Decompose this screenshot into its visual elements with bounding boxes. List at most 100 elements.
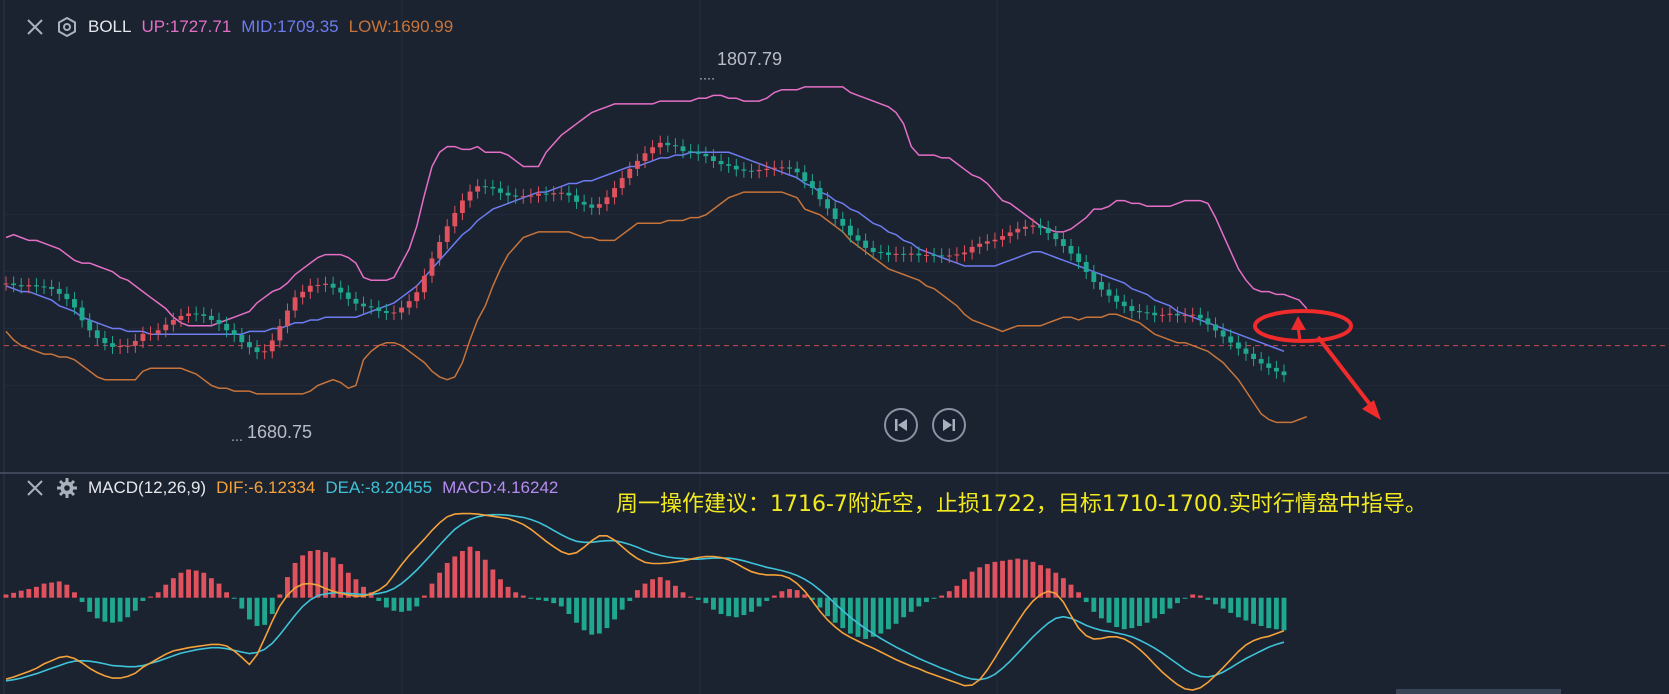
- macd-bar: [977, 567, 983, 598]
- macd-bar: [399, 597, 405, 612]
- macd-bar: [1045, 568, 1051, 598]
- macd-bar: [1258, 597, 1264, 626]
- candle-body: [1068, 245, 1074, 254]
- candle-body: [186, 313, 192, 316]
- macd-bar: [1144, 597, 1150, 623]
- candle-body: [224, 323, 230, 331]
- candle-body: [467, 191, 473, 201]
- macd-bar: [41, 583, 47, 598]
- macd-bar: [596, 597, 602, 634]
- macd-bar: [703, 597, 709, 604]
- candle-body: [1220, 330, 1226, 337]
- candle-body: [1144, 312, 1150, 314]
- candle-body: [1098, 282, 1104, 290]
- candle-body: [878, 251, 884, 253]
- candle-body: [558, 192, 564, 194]
- candle-body: [885, 252, 891, 255]
- macd-bar: [315, 549, 321, 598]
- candle-body: [764, 168, 770, 170]
- candle-body: [414, 292, 420, 302]
- macd-bar: [1114, 597, 1120, 628]
- candle-body: [452, 212, 458, 227]
- macd-bar: [718, 597, 724, 614]
- macd-bar: [711, 597, 716, 610]
- macd-bar: [566, 597, 572, 614]
- candle-body: [1091, 272, 1097, 283]
- macd-bar: [444, 562, 450, 598]
- macd-bar: [1152, 597, 1158, 619]
- macd-bar: [939, 595, 945, 598]
- macd-bar: [749, 597, 754, 612]
- candle-body: [155, 330, 161, 334]
- step-forward-icon: [943, 419, 955, 431]
- macd-bar: [1273, 597, 1279, 630]
- macd-bar: [269, 597, 275, 614]
- macd-bar: [353, 579, 359, 598]
- candle-body: [809, 181, 815, 188]
- candle-body: [201, 314, 207, 316]
- macd-bar: [825, 597, 831, 617]
- macd-bar: [665, 580, 671, 598]
- candle-body: [733, 165, 739, 170]
- candle-body: [771, 167, 777, 169]
- candle-body: [505, 192, 511, 196]
- candle-body: [931, 254, 937, 256]
- macd-bar: [612, 597, 618, 620]
- candle-body: [832, 208, 838, 219]
- gear-icon[interactable]: [56, 477, 78, 499]
- macd-bar: [634, 590, 640, 598]
- macd-bar: [771, 595, 777, 598]
- candle-body: [787, 167, 792, 169]
- macd-bar: [64, 584, 70, 598]
- candle-body: [551, 193, 557, 195]
- candle-body: [870, 247, 876, 252]
- macd-bar: [1182, 597, 1188, 599]
- macd-bar: [11, 592, 17, 598]
- macd-bar: [1000, 560, 1005, 598]
- step-forward-button[interactable]: [932, 408, 966, 442]
- candle-body: [977, 243, 983, 247]
- candle-body: [11, 283, 17, 286]
- step-back-button[interactable]: [884, 408, 918, 442]
- candle-body: [361, 303, 366, 307]
- candle-body: [1213, 324, 1218, 331]
- candle-body: [269, 340, 275, 352]
- candle-body: [399, 307, 405, 313]
- macd-bar: [26, 589, 32, 598]
- candle-body: [589, 204, 595, 208]
- candle-body: [1038, 225, 1044, 228]
- candle-body: [383, 311, 389, 313]
- macd-bar: [992, 561, 998, 598]
- candle-body: [840, 218, 846, 226]
- candle-body: [1190, 314, 1196, 316]
- candle-body: [277, 326, 283, 341]
- candle-body: [125, 345, 131, 347]
- macd-bar: [72, 592, 77, 598]
- candle-body: [741, 169, 747, 171]
- candle-body: [437, 241, 443, 259]
- boll-up-value: UP:1727.71: [141, 17, 232, 36]
- macd-bar: [300, 555, 306, 598]
- macd-bar: [779, 591, 785, 598]
- macd-bar: [901, 597, 907, 618]
- close-icon[interactable]: [24, 477, 46, 499]
- candle-body: [1000, 236, 1005, 240]
- close-icon[interactable]: [24, 16, 46, 38]
- candle-body: [459, 200, 465, 213]
- macd-bar: [1243, 597, 1249, 621]
- macd-bar: [1068, 584, 1074, 598]
- settings-icon[interactable]: [56, 16, 78, 38]
- candle-body: [18, 285, 24, 287]
- candle-body: [26, 285, 32, 287]
- macd-bar: [1197, 595, 1203, 598]
- horizontal-scrollbar[interactable]: [1396, 689, 1561, 694]
- candle-body: [1197, 314, 1203, 319]
- macd-bar: [3, 594, 9, 598]
- candle-body: [345, 292, 351, 299]
- candle-body: [406, 301, 412, 308]
- candle-body: [543, 193, 549, 195]
- candle-body: [984, 241, 990, 244]
- candle-body: [94, 330, 100, 338]
- macd-bar: [216, 583, 222, 598]
- candle-body: [79, 307, 85, 321]
